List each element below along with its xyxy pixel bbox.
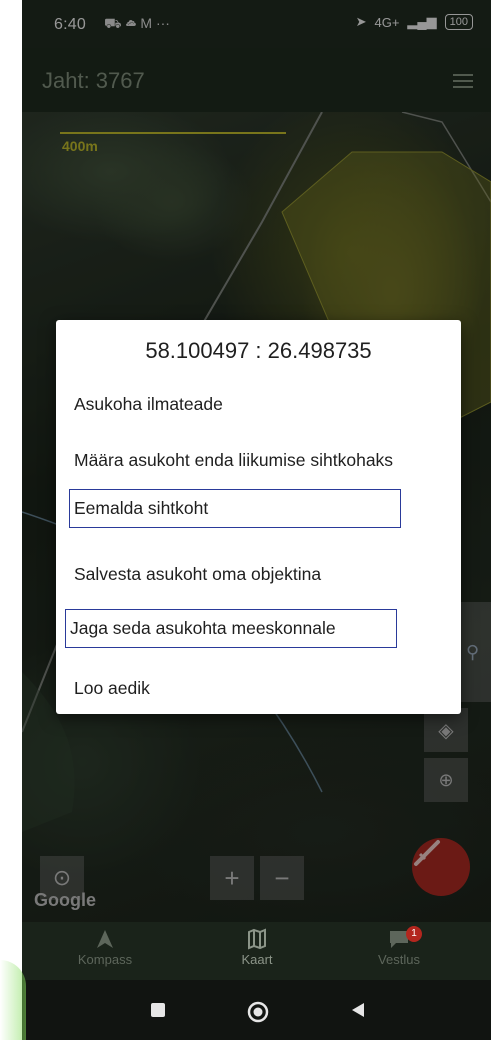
edge-glow (0, 960, 26, 1040)
home-icon[interactable] (246, 1000, 270, 1024)
option-save-as-object[interactable]: Salvesta asukoht oma objektina (74, 564, 321, 585)
location-options-dialog: 58.100497 : 26.498735 Asukoha ilmateade … (56, 320, 461, 714)
option-share-with-team[interactable]: Jaga seda asukohta meeskonnale (65, 609, 397, 648)
compass-arrow-icon (50, 928, 160, 952)
system-navigation-bar (22, 980, 491, 1040)
nav-item-map[interactable]: Kaart (202, 928, 312, 967)
option-create-enclosure[interactable]: Loo aedik (74, 678, 150, 699)
option-location-weather[interactable]: Asukoha ilmateade (74, 394, 223, 415)
option-remove-destination[interactable]: Eemalda sihtkoht (69, 489, 401, 528)
recent-apps-icon[interactable] (148, 1000, 168, 1020)
map-icon (202, 928, 312, 952)
back-icon[interactable] (348, 1000, 368, 1020)
nav-item-compass[interactable]: Kompass (50, 928, 160, 967)
nav-label-chat: Vestlus (378, 952, 420, 967)
nav-label-compass: Kompass (77, 952, 133, 967)
dialog-coordinates: 58.100497 : 26.498735 (145, 338, 372, 363)
option-set-destination[interactable]: Määra asukoht enda liikumise sihtkohaks (74, 450, 393, 471)
nav-label-map: Kaart (241, 952, 273, 967)
bottom-navigation: Kompass Kaart 1 Vestlus (22, 922, 491, 980)
chat-badge: 1 (406, 926, 422, 942)
nav-item-chat[interactable]: 1 Vestlus (344, 926, 454, 967)
chat-icon: 1 (344, 926, 454, 952)
phone-screen: 6:40 ⛟ ☁ M ··· ➤ 4G+ ▂▄▆ 100 Jaht: 3767 … (22, 0, 491, 1040)
